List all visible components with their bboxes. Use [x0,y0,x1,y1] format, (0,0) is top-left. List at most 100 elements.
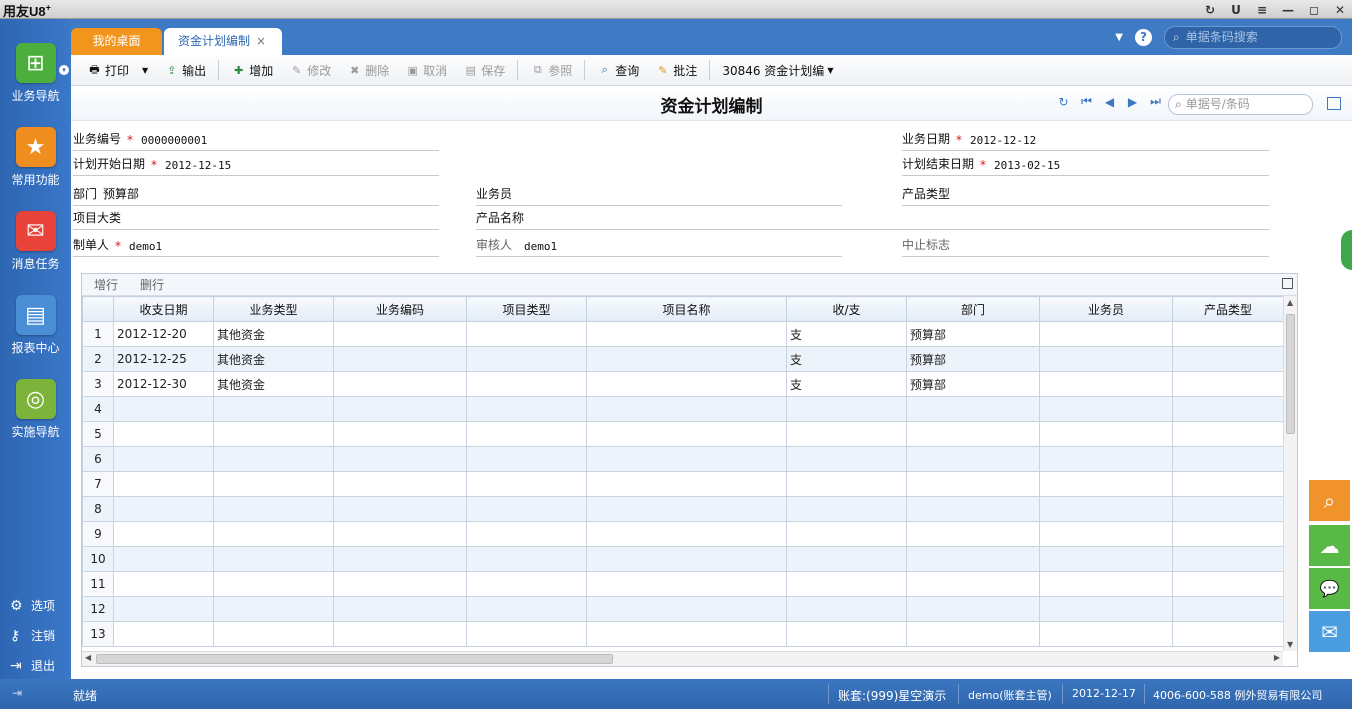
grid-cell[interactable] [333,421,467,447]
maker-field[interactable]: 制单人 * demo1 [73,235,439,257]
grid-cell[interactable] [113,621,214,647]
grid-cell[interactable] [1039,371,1173,397]
table-row[interactable]: 3 2012-12-30 其他资金 支预算部 [82,371,1284,397]
maximize-icon[interactable]: ◻ [1306,3,1322,17]
horizontal-scrollbar[interactable]: ◀ ▶ [82,651,1283,666]
grid-cell[interactable] [906,471,1040,497]
template-select[interactable]: 30846 资金计划编 ▼ [714,58,841,82]
grid-cell[interactable] [466,471,587,497]
grid-cell[interactable] [213,396,334,422]
row-number[interactable]: 5 [82,421,114,447]
add-row-button[interactable]: 增行 [94,276,118,293]
grid-cell[interactable] [213,546,334,572]
grid-cell[interactable] [1039,496,1173,522]
grid-cell[interactable] [113,546,214,572]
grid-cell[interactable] [1039,521,1173,547]
grid-cell[interactable] [333,521,467,547]
print-button[interactable]: 🖶 打印 ▼ [79,58,156,82]
row-number[interactable]: 12 [82,596,114,622]
last-record-icon[interactable]: ⏭ [1148,94,1163,109]
table-row[interactable]: 5 [82,421,1284,447]
dropdown-arrow-icon[interactable]: ▼ [1115,32,1123,43]
grid-cell[interactable]: 预算部 [906,321,1040,347]
grid-cell[interactable] [906,521,1040,547]
grid-cell[interactable] [1039,621,1173,647]
prev-record-icon[interactable]: ◀ [1102,95,1117,109]
horizontal-scroll-thumb[interactable] [96,654,613,664]
grid-cell[interactable] [1039,546,1173,572]
grid-cell[interactable] [113,471,214,497]
search-float-icon[interactable]: ⌕ [1309,480,1350,521]
grid-cell[interactable] [1039,596,1173,622]
grid-cell[interactable]: 支 [786,321,907,347]
table-row[interactable]: 11 [82,571,1284,597]
table-row[interactable]: 13 [82,621,1284,647]
grid-cell[interactable] [786,496,907,522]
project-category-field[interactable]: 项目大类 [73,208,439,230]
nav-messages[interactable]: ✉ 消息任务 [0,211,71,272]
grid-cell[interactable] [1172,321,1284,347]
grid-cell[interactable] [1172,621,1284,647]
grid-cell[interactable] [906,396,1040,422]
nav-implementation[interactable]: ◎ 实施导航 [0,379,71,440]
minimize-icon[interactable]: — [1280,3,1296,17]
nav-reports[interactable]: ▤ 报表中心 [0,295,71,356]
grid-cell[interactable] [213,421,334,447]
grid-cell[interactable] [466,421,587,447]
next-record-icon[interactable]: ▶ [1125,95,1140,109]
grid-cell[interactable] [1039,471,1173,497]
grid-cell[interactable] [1172,396,1284,422]
grid-cell[interactable]: 其他资金 [213,371,334,397]
grid-cell[interactable] [906,446,1040,472]
grid-cell[interactable] [213,446,334,472]
salesman-field[interactable]: 业务员 [476,184,842,206]
barcode-search-input[interactable]: ⌕ 单据条码搜索 [1164,25,1342,49]
grid-cell[interactable] [333,371,467,397]
grid-cell[interactable] [786,421,907,447]
grid-cell[interactable] [466,571,587,597]
row-number[interactable]: 6 [82,446,114,472]
grid-cell[interactable]: 其他资金 [213,321,334,347]
collapse-icon[interactable]: ⇥ [12,686,22,700]
add-button[interactable]: ✚ 增加 [223,58,281,82]
grid-cell[interactable] [113,596,214,622]
scroll-left-icon[interactable]: ◀ [85,653,91,662]
grid-cell[interactable] [333,346,467,372]
grid-cell[interactable] [1172,596,1284,622]
grid-cell[interactable] [586,446,787,472]
grid-cell[interactable]: 2012-12-20 [113,321,214,347]
edit-button[interactable]: ✎ 修改 [281,58,339,82]
grid-cell[interactable] [1172,521,1284,547]
delete-row-button[interactable]: 删行 [140,276,164,293]
query-button[interactable]: ⌕ 查询 [589,58,647,82]
column-header[interactable]: 项目类型 [466,296,587,322]
grid-cell[interactable] [586,421,787,447]
row-number[interactable]: 8 [82,496,114,522]
grid-cell[interactable] [113,421,214,447]
vertical-scroll-thumb[interactable] [1286,314,1295,434]
grid-cell[interactable]: 2012-12-25 [113,346,214,372]
chat-icon[interactable]: 💬 [1309,568,1350,609]
row-number[interactable]: 9 [82,521,114,547]
grid-cell[interactable] [1039,321,1173,347]
chevron-down-icon[interactable]: ▼ [142,66,148,75]
row-number[interactable]: 4 [82,396,114,422]
scroll-up-icon[interactable]: ▲ [1287,298,1293,307]
refresh-record-icon[interactable]: ↻ [1056,95,1071,109]
nav-expand-icon[interactable]: ▾ [59,65,69,75]
grid-cell[interactable] [333,571,467,597]
menu-icon[interactable]: ≡ [1254,3,1270,17]
grid-cell[interactable] [113,571,214,597]
column-header[interactable]: 产品类型 [1172,296,1284,322]
grid-cell[interactable] [586,321,787,347]
grid-cell[interactable] [786,596,907,622]
grid-cell[interactable]: 其他资金 [213,346,334,372]
column-header[interactable]: 收支日期 [113,296,214,322]
annotate-button[interactable]: ✎ 批注 [647,58,705,82]
row-number[interactable]: 13 [82,621,114,647]
grid-cell[interactable] [213,496,334,522]
table-row[interactable]: 12 [82,596,1284,622]
table-row[interactable]: 2 2012-12-25 其他资金 支预算部 [82,346,1284,372]
row-number[interactable]: 11 [82,571,114,597]
grid-cell[interactable] [466,596,587,622]
